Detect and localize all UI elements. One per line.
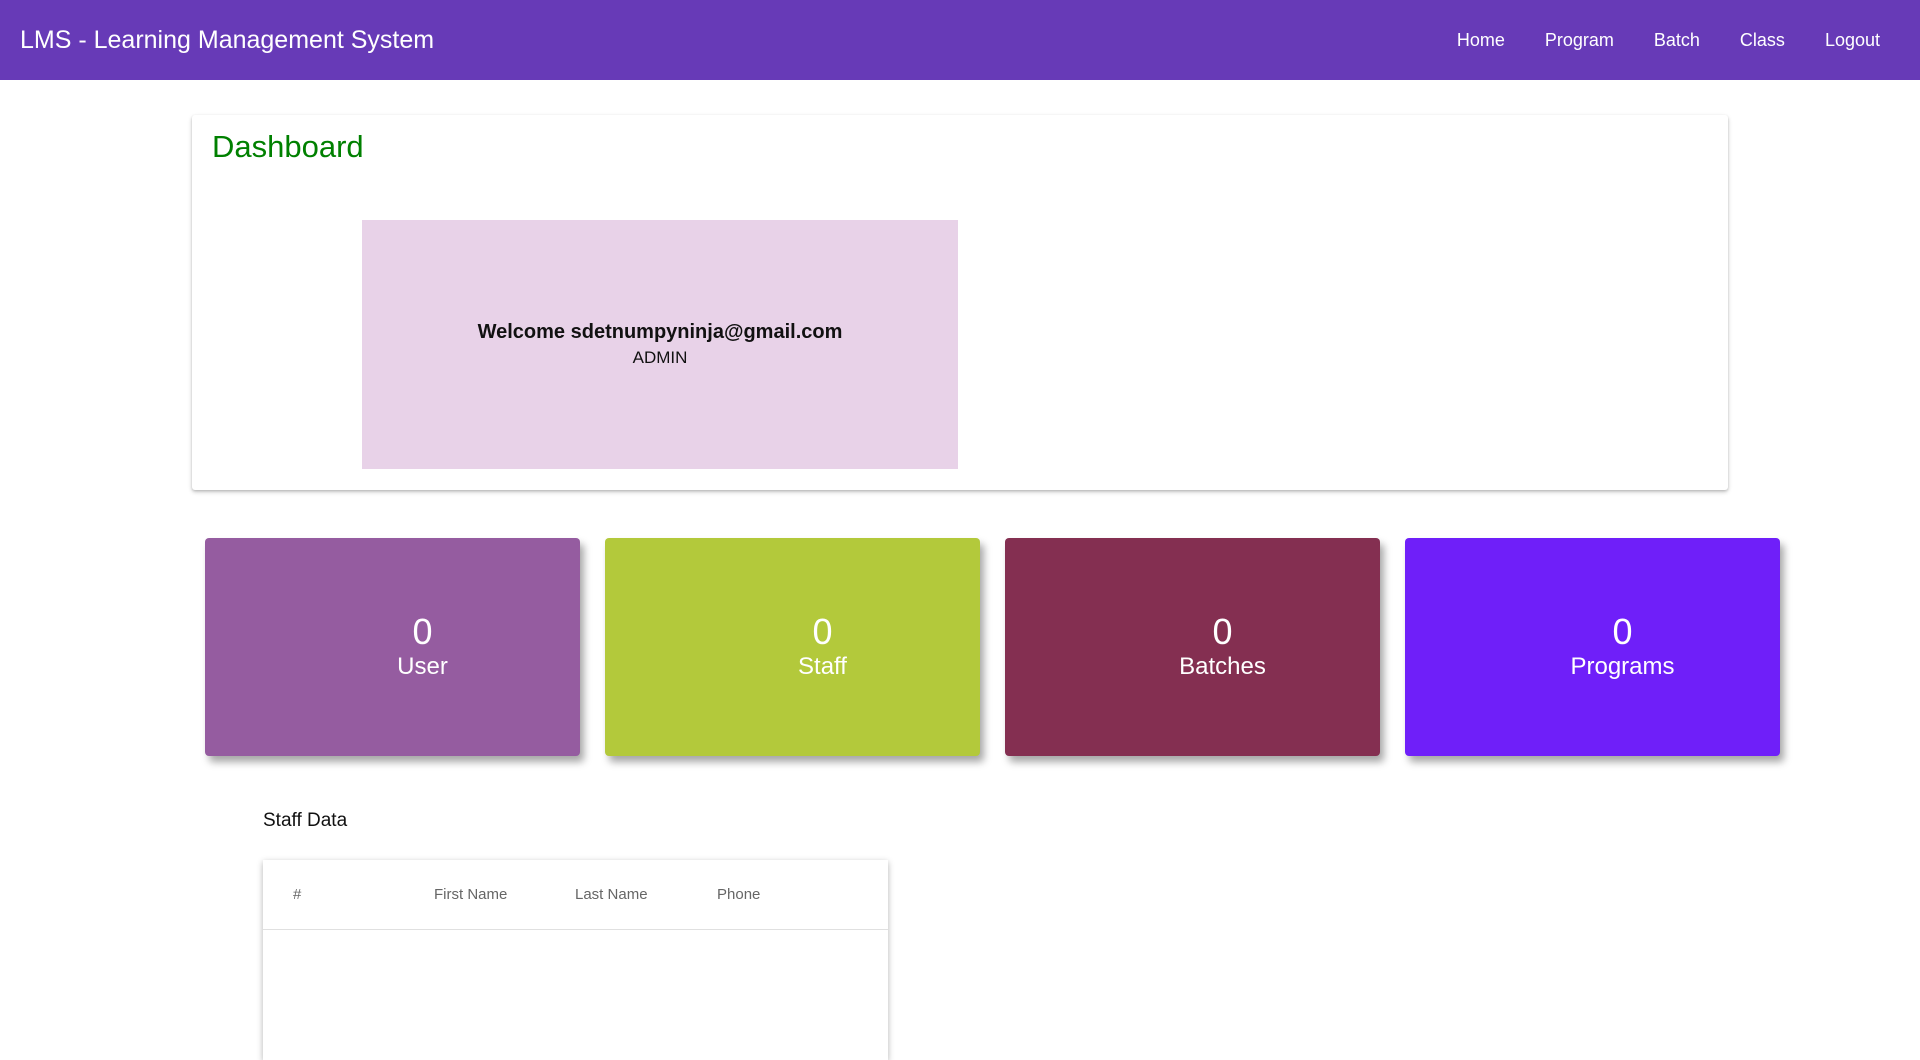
stat-count: 0	[1612, 611, 1633, 652]
stat-label: Programs	[1570, 653, 1675, 680]
nav-class-link[interactable]: Class	[1720, 22, 1805, 59]
stat-card-user[interactable]: 0 User	[205, 538, 580, 756]
nav-batch-link[interactable]: Batch	[1634, 22, 1720, 59]
column-header-first-name[interactable]: First Name	[434, 886, 507, 903]
nav-logout-link[interactable]: Logout	[1805, 22, 1900, 59]
staff-data-table: # First Name Last Name Phone	[263, 860, 888, 1060]
nav-home-link[interactable]: Home	[1437, 22, 1525, 59]
page-title: Dashboard	[212, 129, 364, 164]
stat-card-programs[interactable]: 0 Programs	[1405, 538, 1780, 756]
nav-program-link[interactable]: Program	[1525, 22, 1634, 59]
stat-count: 0	[812, 611, 833, 652]
welcome-panel: Welcome sdetnumpyninja@gmail.com ADMIN	[362, 220, 958, 469]
welcome-message: Welcome sdetnumpyninja@gmail.com	[477, 321, 843, 343]
user-role: ADMIN	[632, 348, 688, 367]
column-header-index[interactable]: #	[293, 886, 301, 903]
stat-label: Batches	[1179, 653, 1266, 680]
stat-card-staff[interactable]: 0 Staff	[605, 538, 980, 756]
main-nav: Home Program Batch Class Logout	[1437, 22, 1900, 59]
staff-data-heading: Staff Data	[263, 810, 348, 831]
dashboard-card: Dashboard Welcome sdetnumpyninja@gmail.c…	[192, 115, 1728, 490]
stat-count: 0	[412, 611, 433, 652]
stat-count: 0	[1212, 611, 1233, 652]
stat-card-batches[interactable]: 0 Batches	[1005, 538, 1380, 756]
column-header-last-name[interactable]: Last Name	[575, 886, 648, 903]
table-header-row: # First Name Last Name Phone	[263, 860, 888, 930]
stat-label: Staff	[798, 653, 847, 680]
stat-label: User	[397, 653, 448, 680]
top-navbar: LMS - Learning Management System Home Pr…	[0, 0, 1920, 80]
column-header-phone[interactable]: Phone	[717, 886, 760, 903]
app-title: LMS - Learning Management System	[20, 25, 435, 54]
